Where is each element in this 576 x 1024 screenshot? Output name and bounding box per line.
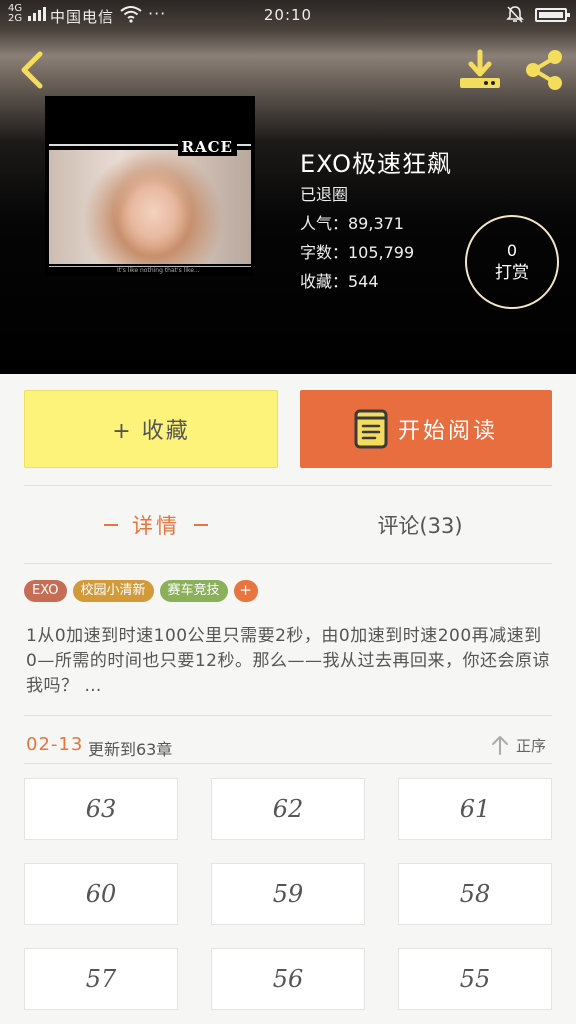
update-date: 02-13 [26,734,84,755]
book-cover[interactable]: RACE It's like nothing that's like... [45,96,255,276]
chapter-button[interactable]: 61 [398,778,552,840]
tag-exo[interactable]: EXO [24,580,67,602]
chapter-button[interactable]: 57 [24,948,178,1010]
update-text: 更新到63章 [88,740,173,759]
status-time: 20:10 [263,6,313,24]
divider [24,715,552,716]
synopsis[interactable]: 1从0加速到时速100公里只需要2秒，由0加速到时速200再减速到0—所需的时间… [26,624,552,699]
popularity: 人气：89,371 [300,214,404,233]
chapter-button[interactable]: 62 [211,778,365,840]
tag-list: EXO 校园小清新 赛车竞技 + [24,580,258,602]
sort-label: 正序 [516,736,547,755]
word-count: 字数：105,799 [300,243,415,262]
reward-count: 0 [506,241,518,260]
collect-button[interactable]: + 收藏 [24,390,278,468]
cover-title: RACE [177,138,237,156]
chapter-button[interactable]: 59 [211,863,365,925]
back-button[interactable] [14,50,50,90]
book-title: EXO极速狂飙 [300,150,452,178]
tab-comments[interactable]: 评论(33) [288,500,552,550]
chapter-button[interactable]: 60 [24,863,178,925]
chapter-button[interactable]: 63 [24,778,178,840]
book-header: 4G 2G 中国电信 ··· 20:10 RACE It's like noth… [0,0,576,374]
divider [24,485,552,486]
sort-toggle[interactable]: 正序 [490,734,546,756]
chapter-button[interactable]: 58 [398,863,552,925]
reward-button[interactable]: 0 打赏 [465,215,559,309]
favorites-count: 收藏：544 [300,272,379,291]
battery-icon [535,8,570,22]
tag-racing[interactable]: 赛车竞技 [159,580,228,602]
reward-label: 打赏 [495,263,529,283]
book-icon [354,409,388,449]
tab-dash-right [194,524,208,526]
chapter-button[interactable]: 56 [211,948,365,1010]
download-button[interactable] [458,48,502,92]
arrow-up-icon [492,736,508,755]
divider [24,563,552,564]
cover-caption: It's like nothing that's like... [117,267,200,274]
start-reading-label: 开始阅读 [397,419,498,444]
status-bar: 4G 2G 中国电信 ··· 20:10 [0,0,576,30]
divider [24,763,552,764]
share-button[interactable] [522,48,566,92]
tab-dash-left [104,524,118,526]
chapter-button[interactable]: 55 [398,948,552,1010]
tag-campus[interactable]: 校园小清新 [72,580,154,602]
tab-detail-label: 详情 [132,514,180,538]
mute-icon [506,6,524,23]
cover-photo [49,150,251,264]
book-meta: 已退圈 人气：89,371 字数：105,799 收藏：544 [300,180,414,296]
tab-detail[interactable]: 详情 [24,500,288,550]
start-reading-button[interactable]: 开始阅读 [300,390,552,468]
author-status: 已退圈 [300,185,349,204]
add-tag-button[interactable]: + [233,580,258,602]
